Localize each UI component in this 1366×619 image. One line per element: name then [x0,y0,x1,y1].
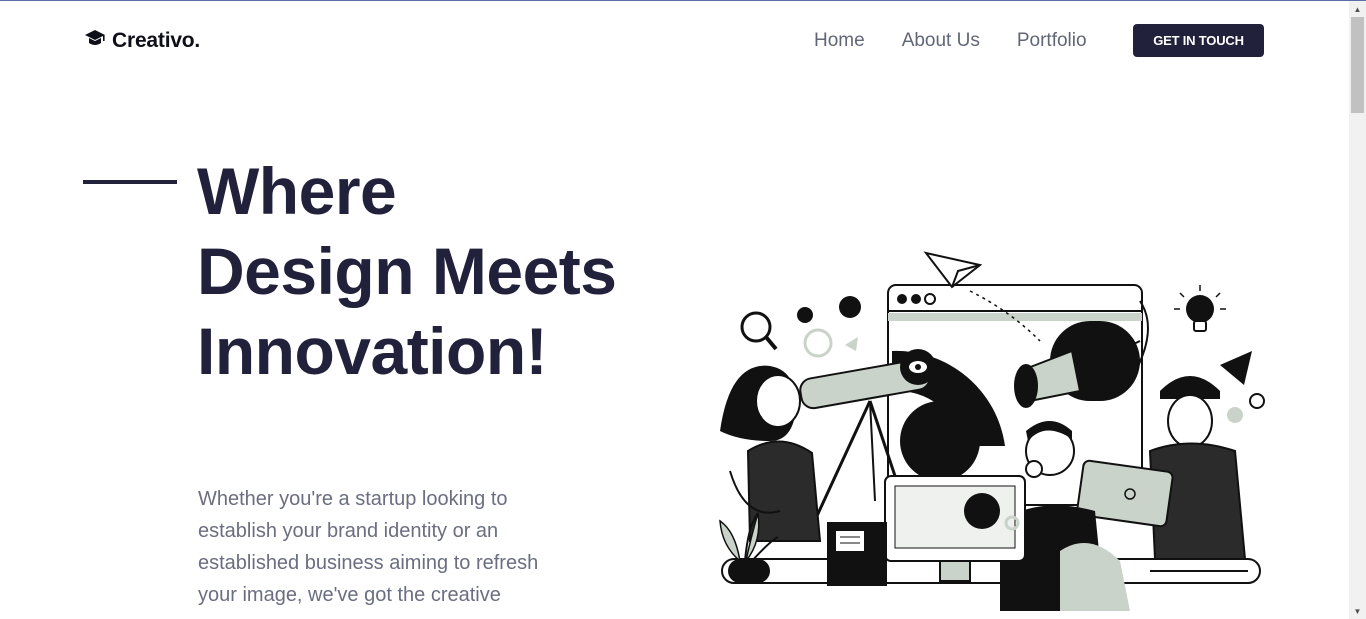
landing-page: Creativo. Home About Us Portfolio GET IN… [0,1,1349,619]
creative-team-illustration [719,251,1265,611]
hero-illustration [700,241,1280,619]
vertical-scrollbar[interactable]: ▲ ▼ [1349,1,1366,619]
brand-name: Creativo. [112,28,201,52]
hero-accent-line [83,180,177,184]
get-in-touch-button[interactable]: GET IN TOUCH [1133,24,1264,57]
hero-subtitle: Whether you're a startup looking to esta… [198,488,539,606]
brand-logo[interactable]: Creativo. [84,27,200,54]
scroll-down-arrow-icon[interactable]: ▼ [1349,603,1366,619]
scrollbar-thumb[interactable] [1351,17,1364,113]
nav-item-about-us[interactable]: About Us [902,30,980,52]
nav-item-portfolio[interactable]: Portfolio [1017,30,1087,52]
hero-title: Where Design Meets Innovation! [197,154,617,388]
main-nav: Home About Us Portfolio [814,30,1087,52]
graduation-cap-icon [84,27,106,54]
nav-item-home[interactable]: Home [814,30,865,52]
scroll-up-arrow-icon[interactable]: ▲ [1349,1,1366,17]
